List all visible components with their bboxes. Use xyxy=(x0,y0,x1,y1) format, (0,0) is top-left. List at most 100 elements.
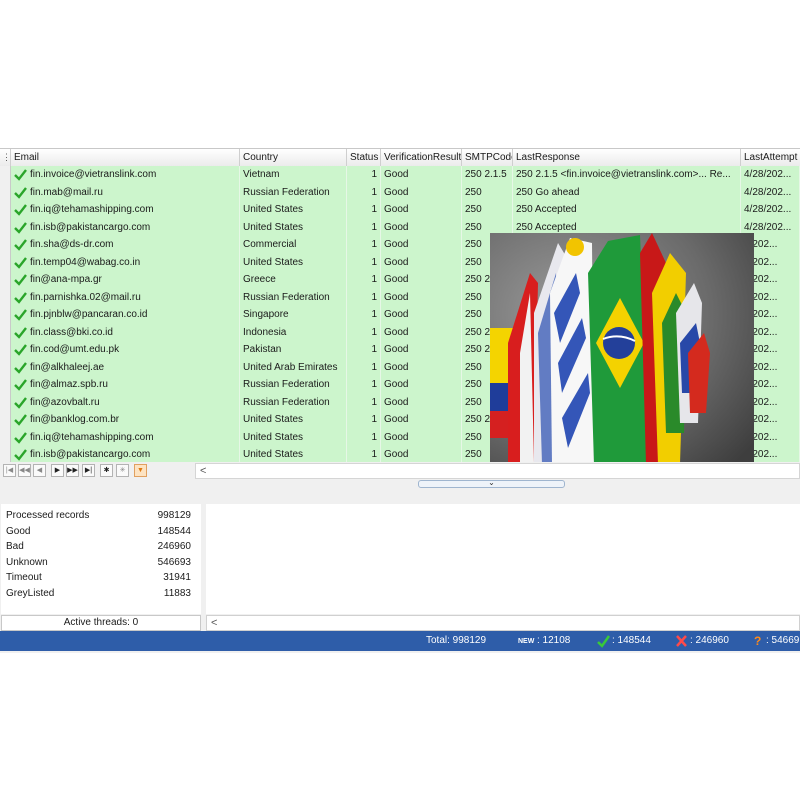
row-indicator[interactable] xyxy=(0,376,11,394)
status-cell[interactable]: 1 xyxy=(347,253,381,271)
panel-splitter[interactable]: ⌄ xyxy=(418,479,565,488)
email-cell[interactable]: fin.class@bki.co.id xyxy=(27,323,240,341)
row-indicator[interactable] xyxy=(0,218,11,236)
column-header-country[interactable]: Country xyxy=(240,149,347,166)
email-cell[interactable]: fin.isb@pakistancargo.com xyxy=(27,446,240,462)
row-indicator[interactable] xyxy=(0,358,11,376)
scroll-left-icon[interactable]: < xyxy=(200,464,206,478)
row-indicator[interactable] xyxy=(0,288,11,306)
grid-horizontal-scrollbar[interactable]: < xyxy=(195,463,800,479)
grid-corner-menu-icon[interactable]: ⋮≡ xyxy=(0,149,11,166)
status-cell[interactable]: 1 xyxy=(347,218,381,236)
prev-record-icon[interactable]: ◀ xyxy=(33,464,46,477)
country-cell[interactable]: Indonesia xyxy=(240,323,347,341)
result-cell[interactable]: Good xyxy=(381,288,462,306)
status-cell[interactable]: 1 xyxy=(347,411,381,429)
country-cell[interactable]: Greece xyxy=(240,271,347,289)
country-cell[interactable]: United States xyxy=(240,411,347,429)
email-cell[interactable]: fin.temp04@wabag.co.in xyxy=(27,253,240,271)
country-cell[interactable]: Pakistan xyxy=(240,341,347,359)
status-cell[interactable]: 1 xyxy=(347,236,381,254)
delete-record-icon[interactable]: ✳ xyxy=(116,464,129,477)
status-cell[interactable]: 1 xyxy=(347,166,381,184)
country-cell[interactable]: Russian Federation xyxy=(240,183,347,201)
result-cell[interactable]: Good xyxy=(381,253,462,271)
result-cell[interactable]: Good xyxy=(381,218,462,236)
result-cell[interactable]: Good xyxy=(381,358,462,376)
country-cell[interactable]: United States xyxy=(240,428,347,446)
last-record-icon[interactable]: ▶| xyxy=(82,464,95,477)
status-cell[interactable]: 1 xyxy=(347,306,381,324)
email-cell[interactable]: fin.parnishka.02@mail.ru xyxy=(27,288,240,306)
row-indicator[interactable] xyxy=(0,253,11,271)
row-indicator[interactable] xyxy=(0,201,11,219)
result-cell[interactable]: Good xyxy=(381,323,462,341)
country-cell[interactable]: United States xyxy=(240,201,347,219)
country-cell[interactable]: United Arab Emirates xyxy=(240,358,347,376)
country-cell[interactable]: United States xyxy=(240,218,347,236)
result-cell[interactable]: Good xyxy=(381,376,462,394)
email-cell[interactable]: fin@banklog.com.br xyxy=(27,411,240,429)
row-indicator[interactable] xyxy=(0,428,11,446)
first-record-icon[interactable]: |◀ xyxy=(3,464,16,477)
status-cell[interactable]: 1 xyxy=(347,393,381,411)
row-indicator[interactable] xyxy=(0,166,11,184)
email-cell[interactable]: fin.iq@tehamashipping.com xyxy=(27,201,240,219)
column-header-last-response[interactable]: LastResponse xyxy=(513,149,741,166)
row-indicator[interactable] xyxy=(0,183,11,201)
status-cell[interactable]: 1 xyxy=(347,428,381,446)
country-cell[interactable]: Russian Federation xyxy=(240,288,347,306)
status-cell[interactable]: 1 xyxy=(347,341,381,359)
country-cell[interactable]: Commercial xyxy=(240,236,347,254)
row-indicator[interactable] xyxy=(0,446,11,462)
status-cell[interactable]: 1 xyxy=(347,323,381,341)
last-response-cell[interactable]: 250 Accepted xyxy=(513,201,741,219)
row-indicator[interactable] xyxy=(0,323,11,341)
email-cell[interactable]: fin.pjnblw@pancaran.co.id xyxy=(27,306,240,324)
email-cell[interactable]: fin.isb@pakistancargo.com xyxy=(27,218,240,236)
email-cell[interactable]: fin@ana-mpa.gr xyxy=(27,271,240,289)
column-header-last-attempt[interactable]: LastAttempt xyxy=(741,149,800,166)
result-cell[interactable]: Good xyxy=(381,271,462,289)
country-cell[interactable]: Vietnam xyxy=(240,166,347,184)
email-cell[interactable]: fin@almaz.spb.ru xyxy=(27,376,240,394)
row-indicator[interactable] xyxy=(0,236,11,254)
email-cell[interactable]: fin.sha@ds-dr.com xyxy=(27,236,240,254)
country-cell[interactable]: United States xyxy=(240,446,347,462)
status-cell[interactable]: 1 xyxy=(347,271,381,289)
column-header-status[interactable]: Status xyxy=(347,149,381,166)
result-cell[interactable]: Good xyxy=(381,428,462,446)
column-header-smtp-code[interactable]: SMTPCode xyxy=(462,149,513,166)
email-cell[interactable]: fin.mab@mail.ru xyxy=(27,183,240,201)
result-cell[interactable]: Good xyxy=(381,166,462,184)
column-header-email[interactable]: Email xyxy=(11,149,240,166)
insert-record-icon[interactable]: ✱ xyxy=(100,464,113,477)
last-attempt-cell[interactable]: 4/28/202... xyxy=(741,166,800,184)
status-cell[interactable]: 1 xyxy=(347,358,381,376)
email-cell[interactable]: fin.cod@umt.edu.pk xyxy=(27,341,240,359)
status-cell[interactable]: 1 xyxy=(347,183,381,201)
smtp-code-cell[interactable]: 250 2.1.5 xyxy=(462,166,513,184)
column-header-verification-result[interactable]: VerificationResult xyxy=(381,149,462,166)
country-cell[interactable]: Singapore xyxy=(240,306,347,324)
email-cell[interactable]: fin.invoice@vietranslink.com xyxy=(27,166,240,184)
last-response-cell[interactable]: 250 Go ahead xyxy=(513,183,741,201)
result-cell[interactable]: Good xyxy=(381,183,462,201)
result-cell[interactable]: Good xyxy=(381,411,462,429)
table-row[interactable]: fin.invoice@vietranslink.com Vietnam 1 Good… xyxy=(0,166,800,184)
result-cell[interactable]: Good xyxy=(381,306,462,324)
filter-icon[interactable]: ▼ xyxy=(134,464,147,477)
scroll-left-icon[interactable]: < xyxy=(211,616,217,630)
table-row[interactable]: fin.iq@tehamashipping.com United States 1 G… xyxy=(0,201,800,219)
result-cell[interactable]: Good xyxy=(381,446,462,462)
result-cell[interactable]: Good xyxy=(381,236,462,254)
row-indicator[interactable] xyxy=(0,306,11,324)
status-cell[interactable]: 1 xyxy=(347,376,381,394)
email-cell[interactable]: fin@azovbalt.ru xyxy=(27,393,240,411)
prev-page-icon[interactable]: ◀◀ xyxy=(18,464,31,477)
last-attempt-cell[interactable]: 4/28/202... xyxy=(741,201,800,219)
country-cell[interactable]: United States xyxy=(240,253,347,271)
smtp-code-cell[interactable]: 250 xyxy=(462,183,513,201)
result-cell[interactable]: Good xyxy=(381,201,462,219)
email-cell[interactable]: fin@alkhaleej.ae xyxy=(27,358,240,376)
